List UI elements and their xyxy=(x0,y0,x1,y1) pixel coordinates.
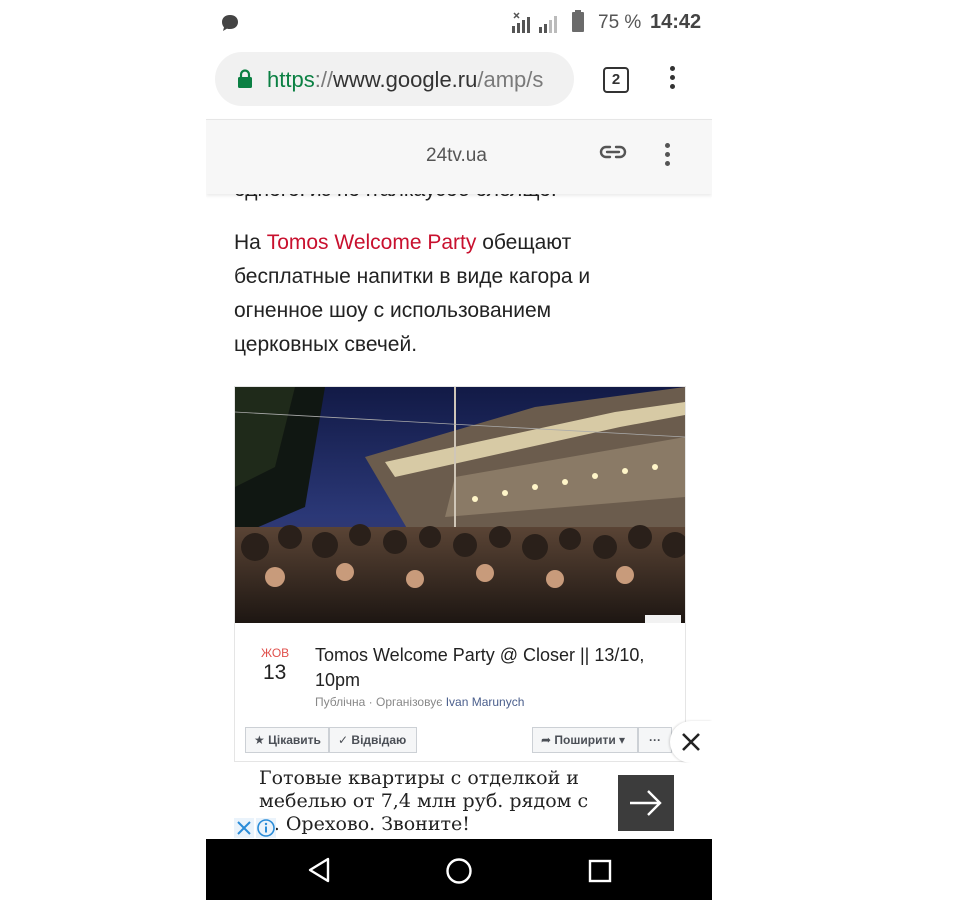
link-icon[interactable] xyxy=(598,144,628,165)
battery-icon xyxy=(572,10,584,32)
back-icon[interactable] xyxy=(307,857,331,888)
phone-screen: 75 % 14:42 https://www.google.ru/amp/s 2… xyxy=(206,0,712,900)
event-day: 13 xyxy=(263,661,287,684)
event-card[interactable]: ЖОВ 13 Tomos Welcome Party @ Closer || 1… xyxy=(234,386,686,762)
clock: 14:42 xyxy=(650,11,702,33)
amp-menu-icon[interactable] xyxy=(665,143,670,170)
event-organizer[interactable]: Ivan Marunych xyxy=(446,695,525,709)
signal-weak-icon xyxy=(538,14,562,39)
share-button[interactable]: ➦ Поширити ▾ xyxy=(532,727,638,753)
party-link[interactable]: Tomos Welcome Party xyxy=(267,231,477,254)
event-visibility: Публічна · Організовує xyxy=(315,695,446,709)
ad-text[interactable]: Готовые квартиры с отделкой и мебелью от… xyxy=(259,767,609,836)
url-host: www.google.ru xyxy=(333,67,478,92)
interested-button[interactable]: ★ Цікавить xyxy=(245,727,329,753)
message-notification-icon xyxy=(220,13,240,38)
going-label: Відвідаю xyxy=(351,733,407,747)
arrow-right-icon xyxy=(630,790,662,816)
home-icon[interactable] xyxy=(445,857,473,890)
more-options-button[interactable]: ··· xyxy=(638,727,672,753)
ad-arrow-button[interactable] xyxy=(618,775,674,831)
going-button[interactable]: ✓ Відвідаю xyxy=(329,727,417,753)
event-title[interactable]: Tomos Welcome Party @ Closer || 13/10, 1… xyxy=(315,643,665,693)
recents-icon[interactable] xyxy=(588,859,612,888)
event-photo xyxy=(235,387,685,623)
check-icon: ✓ xyxy=(338,733,349,747)
status-bar: 75 % 14:42 xyxy=(206,0,712,46)
ad-banner[interactable]: Готовые квартиры с отделкой и мебелью от… xyxy=(206,763,712,839)
url-scheme: https xyxy=(267,67,315,92)
close-ad-button[interactable] xyxy=(670,721,712,763)
interested-label: Цікавить xyxy=(268,733,321,747)
ad-info-icon[interactable] xyxy=(256,818,276,838)
lock-icon xyxy=(237,69,253,94)
url-text[interactable]: https://www.google.ru/amp/s xyxy=(267,67,567,93)
para-prefix: На xyxy=(234,231,267,254)
article-paragraph: На Tomos Welcome Party обещают бесплатны… xyxy=(234,226,654,362)
share-icon: ➦ xyxy=(541,733,552,747)
amp-domain[interactable]: 24tv.ua xyxy=(426,145,487,167)
navigation-bar xyxy=(206,839,712,900)
battery-percent: 75 % xyxy=(598,12,642,33)
url-separator: :// xyxy=(314,67,334,92)
ad-dismiss-icon[interactable] xyxy=(234,818,254,838)
signal-icon xyxy=(511,12,533,39)
browser-menu-icon[interactable] xyxy=(670,66,675,93)
caret-down-icon: ▾ xyxy=(619,733,626,747)
share-label: Поширити xyxy=(554,733,616,747)
amp-header: 24tv.ua xyxy=(206,119,712,194)
event-meta: Публічна · Організовує Ivan Marunych xyxy=(315,695,524,709)
tab-switcher-button[interactable]: 2 xyxy=(603,67,629,93)
address-bar[interactable]: https://www.google.ru/amp/s xyxy=(215,52,574,106)
close-icon xyxy=(682,733,700,751)
event-month: ЖОВ xyxy=(261,646,290,660)
url-path: /amp/s xyxy=(477,67,544,92)
star-icon: ★ xyxy=(254,733,265,747)
